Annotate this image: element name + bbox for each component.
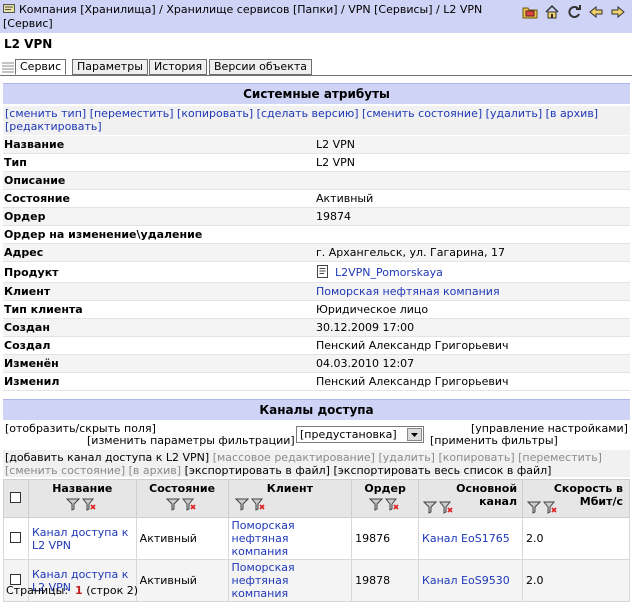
- forward-arrow-icon[interactable]: [610, 4, 626, 20]
- attr-row-address: Адрес г. Архангельск, ул. Гагарина, 17: [3, 244, 630, 262]
- delete-channel-link: [удалить]: [378, 451, 435, 464]
- change-state-link[interactable]: [сменить состояние]: [362, 107, 482, 120]
- attr-row-client: Клиент Поморская нефтяная компания: [3, 283, 630, 301]
- preset-select-value: [предустановка]: [300, 428, 397, 441]
- archive-link[interactable]: [в архив]: [546, 107, 598, 120]
- column-header-speed[interactable]: Скорость в Мбит/с: [522, 479, 630, 518]
- edit-link[interactable]: [редактировать]: [5, 120, 102, 133]
- system-actions: [сменить тип] [переместить] [копировать]…: [3, 106, 630, 135]
- table-row: Канал доступа к L2 VPN Активный Поморска…: [3, 517, 630, 560]
- attr-row-description: Описание: [3, 172, 630, 190]
- clear-filter-icon[interactable]: [439, 500, 453, 514]
- apply-filters-link[interactable]: [применить фильтры]: [430, 434, 558, 447]
- clear-filter-icon[interactable]: [82, 497, 96, 511]
- column-header-client[interactable]: Клиент: [227, 479, 353, 518]
- client-link[interactable]: Поморская нефтяная компания: [316, 285, 500, 298]
- export-all-link[interactable]: [экспортировать весь список в файл]: [333, 464, 551, 477]
- column-header-state[interactable]: Состояние: [135, 479, 229, 518]
- select-all-checkbox[interactable]: [10, 491, 22, 503]
- clear-filter-icon[interactable]: [250, 497, 265, 511]
- filter-icon[interactable]: [527, 500, 541, 514]
- add-channel-link[interactable]: [добавить канал доступа к L2 VPN]: [5, 451, 209, 464]
- move-link[interactable]: [переместить]: [90, 107, 174, 120]
- document-icon: [317, 265, 328, 278]
- channel-speed: 2.0: [522, 559, 630, 602]
- change-filter-link[interactable]: [изменить параметры фильтрации]: [87, 434, 295, 447]
- breadcrumb-text[interactable]: Компания [Хранилища] / Хранилище сервисо…: [3, 3, 482, 30]
- page-title: L2 VPN: [4, 37, 53, 51]
- system-attributes-header: Системные атрибуты: [3, 83, 630, 104]
- clear-filter-icon[interactable]: [182, 497, 196, 511]
- column-header-main-channel[interactable]: Основной канал: [418, 479, 523, 518]
- copy-channel-link: [копировать]: [438, 451, 515, 464]
- attr-row-order: Ордер 19874: [3, 208, 630, 226]
- main-channel-link[interactable]: Канал EoS1765: [422, 532, 510, 545]
- breadcrumb: Компания [Хранилища] / Хранилище сервисо…: [3, 3, 508, 31]
- move-channel-link: [переместить]: [518, 451, 602, 464]
- select-all-header: [3, 479, 29, 518]
- current-page[interactable]: 1: [75, 584, 83, 597]
- attr-row-state: Состояние Активный: [3, 190, 630, 208]
- attr-row-created: Создан 30.12.2009 17:00: [3, 319, 630, 337]
- clear-filter-icon[interactable]: [543, 500, 557, 514]
- delete-link[interactable]: [удалить]: [486, 107, 543, 120]
- attr-row-name: Название L2 VPN: [3, 136, 630, 154]
- export-file-link[interactable]: [экспортировать в файл]: [185, 464, 330, 477]
- attr-row-client-type: Тип клиента Юридическое лицо: [3, 301, 630, 319]
- channel-state: Активный: [135, 517, 229, 560]
- pagination: Страницы: 1 (строк 2): [6, 584, 138, 597]
- row-count: (строк 2): [86, 584, 139, 597]
- column-header-name[interactable]: Название: [27, 479, 137, 518]
- attr-row-type: Тип L2 VPN: [3, 154, 630, 172]
- top-bar: Компания [Хранилища] / Хранилище сервисо…: [0, 0, 632, 33]
- attr-row-modified-by: Изменил Пенский Александр Григорьевич: [3, 373, 630, 391]
- filter-icon[interactable]: [369, 497, 384, 511]
- main-channel-link[interactable]: Канал EoS9530: [422, 574, 510, 587]
- filter-icon[interactable]: [166, 497, 181, 511]
- channel-client-link[interactable]: Поморская нефтяная компания: [232, 561, 295, 600]
- chevron-down-icon[interactable]: [407, 428, 422, 441]
- pages-label: Страницы:: [6, 584, 69, 597]
- bulk-edit-link: [массовое редактирование]: [212, 451, 375, 464]
- attr-row-product: Продукт L2VPN_Pomorskaya: [3, 262, 630, 283]
- channel-name-link[interactable]: Канал доступа к L2 VPN: [32, 526, 128, 552]
- access-channels-header: Каналы доступа: [3, 399, 630, 420]
- tab-parameters[interactable]: Параметры: [72, 59, 148, 75]
- filter-icon[interactable]: [423, 500, 438, 514]
- tab-service[interactable]: Сервис: [15, 59, 67, 75]
- attr-row-change-order: Ордер на изменение\удаление: [3, 226, 630, 244]
- make-version-link[interactable]: [сделать версию]: [257, 107, 359, 120]
- channel-state: Активный: [135, 559, 229, 602]
- list-icon: [2, 62, 14, 73]
- channel-order: 19876: [351, 517, 420, 560]
- folder-icon[interactable]: [522, 4, 538, 20]
- service-icon: [3, 4, 15, 13]
- tab-bar: Сервис Параметры История Версии объекта: [0, 58, 632, 76]
- channel-client-link[interactable]: Поморская нефтяная компания: [232, 519, 295, 558]
- channel-speed: 2.0: [522, 517, 630, 560]
- filter-icon[interactable]: [234, 497, 249, 511]
- change-type-link[interactable]: [сменить тип]: [5, 107, 86, 120]
- home-icon[interactable]: [544, 4, 560, 20]
- channel-order: 19878: [351, 559, 420, 602]
- attr-row-created-by: Создал Пенский Александр Григорьевич: [3, 337, 630, 355]
- change-state-channel-link: [сменить состояние]: [5, 464, 126, 477]
- filter-icon[interactable]: [66, 497, 81, 511]
- row-checkbox[interactable]: [10, 573, 22, 585]
- row-checkbox[interactable]: [10, 531, 22, 543]
- back-arrow-icon[interactable]: [588, 4, 604, 20]
- tab-object-versions[interactable]: Версии объекта: [209, 59, 312, 75]
- attr-row-modified: Изменён 04.03.2010 12:07: [3, 355, 630, 373]
- refresh-icon[interactable]: [566, 4, 582, 20]
- channel-actions: [добавить канал доступа к L2 VPN] [массо…: [3, 450, 630, 477]
- column-header-order[interactable]: Ордер: [351, 479, 420, 518]
- product-link[interactable]: L2VPN_Pomorskaya: [335, 266, 443, 279]
- archive-channel-link: [в архив]: [128, 464, 182, 477]
- copy-link[interactable]: [копировать]: [177, 107, 253, 120]
- clear-filter-icon[interactable]: [385, 497, 399, 511]
- preset-select[interactable]: [предустановка]: [296, 426, 424, 443]
- tab-history[interactable]: История: [149, 59, 208, 75]
- attributes-table: Название L2 VPN Тип L2 VPN Описание Состоя…: [3, 136, 630, 391]
